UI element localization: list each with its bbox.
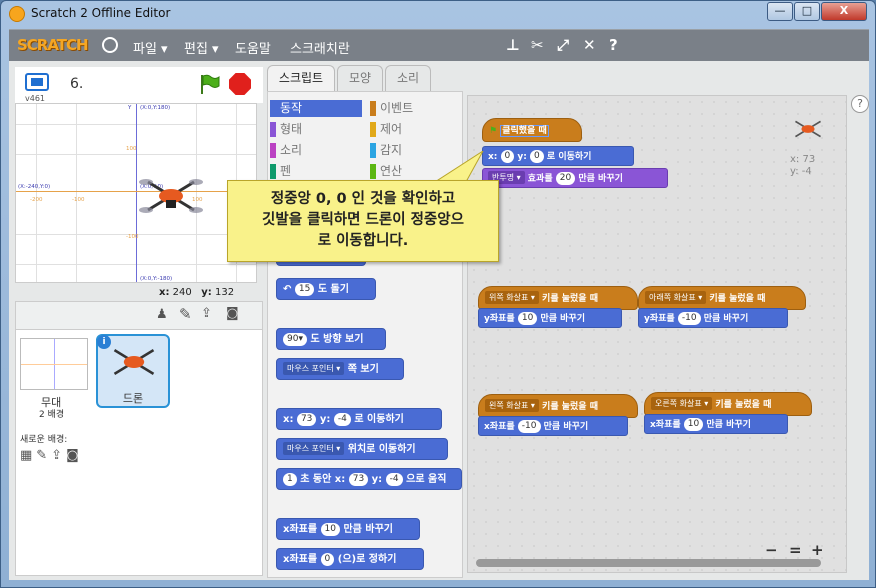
help-tool-icon[interactable]: ? (609, 36, 618, 54)
callout-line-2: 깃발을 클릭하면 드론이 정중앙으 (262, 212, 464, 228)
flag-icon: ⚑ (489, 126, 498, 136)
tab-scripts[interactable]: 스크립트 (267, 65, 335, 91)
mouse-y: 132 (215, 287, 235, 298)
category-control[interactable]: 제어 (370, 121, 460, 138)
category-pen[interactable]: 펜 (270, 163, 362, 180)
script-area[interactable]: x: 73 y: -4 ⚑ 클릭했을 때 x: 0 y: 0 로 이동하기 반투… (467, 95, 847, 573)
tick-v-neg100: -100 (126, 234, 139, 240)
app-window: Scratch 2 Offline Editor — □ X SCRATCH 파… (0, 0, 876, 588)
script-area-scrollbar[interactable] (476, 559, 821, 567)
drone-sprite[interactable] (138, 174, 204, 218)
version-label: v461 (25, 94, 46, 103)
change-effect-block[interactable]: 반투명 ▾ 효과를 20 만큼 바꾸기 (482, 168, 668, 188)
menu-edit[interactable]: 편집 ▾ (184, 38, 219, 57)
green-flag-icon[interactable] (198, 73, 220, 95)
sprite-library-icon[interactable]: ♟ (156, 307, 168, 322)
backdrop-count: 2 배경 (39, 410, 65, 420)
camera-icon[interactable]: ◙ (226, 306, 239, 321)
coord-bottom: (X:0,Y:-180) (140, 276, 173, 282)
grow-tool-icon[interactable]: ⤢ (557, 36, 569, 54)
window-title: Scratch 2 Offline Editor (31, 6, 171, 20)
help-icon[interactable]: ? (851, 95, 869, 113)
sprite-panel-header: ♟ ✎ ⇪ ◙ (16, 302, 262, 330)
paint-brush-icon[interactable]: ✎ (179, 305, 192, 323)
block-change-x[interactable]: x좌표를 10 만큼 바꾸기 (276, 518, 420, 540)
block-set-x[interactable]: x좌표를 0 (으)로 정하기 (276, 548, 424, 570)
category-motion[interactable]: 동작 (270, 100, 362, 117)
block-goto[interactable]: 마우스 포인터 ▾ 위치로 이동하기 (276, 438, 448, 460)
key-left-body[interactable]: x좌표를 -10 만큼 바꾸기 (478, 416, 628, 436)
tab-costumes[interactable]: 모양 (337, 65, 383, 91)
sprite-x-readout: x: 73 (790, 154, 816, 165)
goto-xy-block[interactable]: x: 0 y: 0 로 이동하기 (482, 146, 634, 166)
stop-sign-icon[interactable] (229, 73, 251, 95)
stage-thumbnail[interactable] (20, 338, 88, 390)
sprite-thumbnail-drone[interactable]: i 드론 (96, 334, 170, 408)
zoom-out-icon[interactable]: − (765, 541, 778, 559)
key-down-body[interactable]: y좌표를 -10 만큼 바꾸기 (638, 308, 788, 328)
scratch-logo[interactable]: SCRATCH (17, 36, 89, 54)
coord-top: (X:0,Y:180) (140, 105, 171, 111)
category-sound[interactable]: 소리 (270, 142, 362, 159)
sprite-name: 드론 (122, 392, 144, 405)
key-right-hat[interactable]: 오른쪽 화살표 ▾ 키를 눌렀을 때 (644, 392, 812, 416)
project-name[interactable]: 6. (70, 76, 83, 92)
shrink-tool-icon[interactable]: ✕ (583, 36, 596, 54)
when-flag-clicked-block[interactable]: ⚑ 클릭했을 때 (482, 118, 582, 142)
block-goto-xy[interactable]: x: 73 y: -4 로 이동하기 (276, 408, 442, 430)
maximize-button[interactable]: □ (794, 2, 820, 21)
callout-line-3: 로 이동합니다. (317, 233, 409, 249)
tab-sounds[interactable]: 소리 (385, 65, 431, 91)
fullscreen-icon[interactable] (25, 73, 49, 91)
new-backdrop-icons[interactable]: ▦✎⇪◙ (20, 448, 83, 463)
callout-line-1: 정중앙 0, 0 인 것을 확인하고 (270, 191, 456, 207)
menu-about[interactable]: 스크래치란 (290, 38, 350, 57)
zoom-in-icon[interactable]: + (811, 541, 824, 559)
category-looks[interactable]: 형태 (270, 121, 362, 138)
key-up-hat[interactable]: 위쪽 화살표 ▾ 키를 눌렀을 때 (478, 286, 638, 310)
key-left-hat[interactable]: 왼쪽 화살표 ▾ 키를 눌렀을 때 (478, 394, 638, 418)
block-point-towards[interactable]: 마우스 포인터 ▾ 쪽 보기 (276, 358, 404, 380)
language-globe-icon[interactable] (102, 37, 118, 53)
sprite-preview-icon (795, 120, 821, 138)
menu-bar: SCRATCH 파일 ▾ 편집 ▾ 도움말 스크래치란 ⊥ ✂ ⤢ ✕ ? (9, 29, 869, 61)
minimize-button[interactable]: — (767, 2, 793, 21)
upload-icon[interactable]: ⇪ (201, 306, 212, 321)
mouse-coords: x: 240 y: 132 (159, 287, 235, 298)
sprite-y-readout: y: -4 (790, 166, 812, 177)
editor-content: v461 6. Y (X:0,Y:180) (X:-240,Y:0) (X:0,… (9, 61, 869, 580)
zoom-reset-icon[interactable]: = (789, 541, 802, 559)
x-axis-line (16, 191, 256, 192)
title-bar: Scratch 2 Offline Editor — □ X (1, 1, 876, 27)
editor-tabs: 스크립트 모양 소리 (267, 65, 457, 91)
key-up-body[interactable]: y좌표를 10 만큼 바꾸기 (478, 308, 622, 328)
key-down-hat[interactable]: 아래쪽 화살표 ▾ 키를 눌렀을 때 (638, 286, 806, 310)
cut-tool-icon[interactable]: ✂ (531, 36, 544, 54)
stamp-tool-icon[interactable]: ⊥ (506, 36, 520, 54)
tick-v-100: 100 (126, 146, 137, 152)
block-glide[interactable]: 1 초 동안 x: 73 y: -4 으로 움직 (276, 468, 462, 490)
y-axis-letter: Y (128, 105, 132, 111)
block-turn-left[interactable]: ↶ 15 도 돌기 (276, 278, 376, 300)
mouse-x: 240 (172, 287, 192, 298)
new-backdrop-label: 새로운 배경: (20, 435, 68, 445)
menu-file[interactable]: 파일 ▾ (133, 38, 168, 57)
close-button[interactable]: X (821, 2, 867, 21)
key-right-body[interactable]: x좌표를 10 만큼 바꾸기 (644, 414, 788, 434)
menu-help[interactable]: 도움말 (235, 38, 271, 57)
coord-left: (X:-240,Y:0) (18, 184, 51, 190)
stage-header: v461 6. (15, 67, 263, 103)
block-point-direction[interactable]: 90▾ 도 방향 보기 (276, 328, 386, 350)
y-axis-line (136, 104, 137, 282)
category-events[interactable]: 이벤트 (370, 100, 460, 117)
sprite-panel: ♟ ✎ ⇪ ◙ 무대 2 배경 새로운 배경: ▦✎⇪◙ i 드론 (15, 301, 263, 576)
tick-h-neg100: -100 (72, 197, 85, 203)
app-icon (9, 6, 25, 22)
annotation-callout: 정중앙 0, 0 인 것을 확인하고 깃발을 클릭하면 드론이 정중앙으 로 이… (227, 180, 499, 262)
stage-canvas[interactable]: Y (X:0,Y:180) (X:-240,Y:0) (X:0,Y:0) (X:… (15, 103, 257, 283)
tick-h-neg200: -200 (30, 197, 43, 203)
